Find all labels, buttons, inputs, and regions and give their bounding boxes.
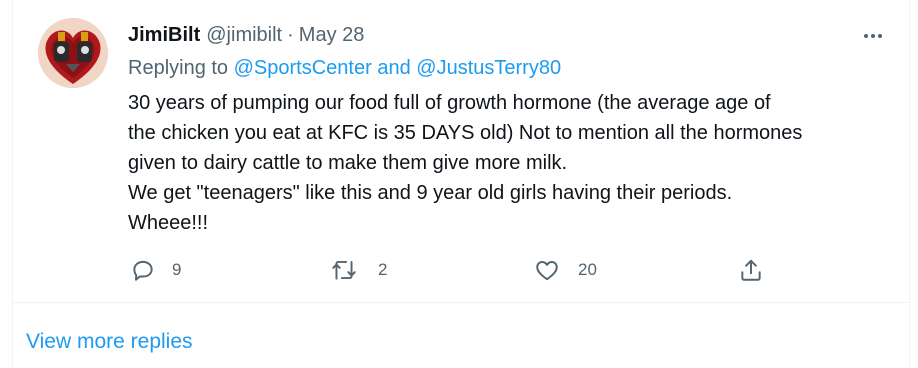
tweet-text-line: Wheee!!! [128,212,209,234]
reply-bubble-icon [133,260,153,281]
replying-to: Replying to @SportsCenter and @JustusTer… [128,57,561,80]
tweet-date[interactable]: May 28 [299,24,365,47]
like-button[interactable]: 20 [534,255,597,285]
tweet-header: JimiBilt @jimibilt · May 28 [128,24,364,50]
share-button[interactable] [738,255,764,285]
tweet-text-line: the chicken you eat at KFC is 35 DAYS ol… [128,122,803,144]
avatar[interactable] [38,18,108,88]
replying-and: and [377,57,411,79]
view-more-replies-link[interactable]: View more replies [26,330,193,354]
tweet-text-line: 30 years of pumping our food full of gro… [128,92,771,114]
heart-icon [536,261,558,281]
avatar-image [38,18,108,88]
like-count: 20 [578,260,597,279]
reply-count: 9 [172,260,182,279]
author-handle[interactable]: @jimibilt [206,24,282,47]
tweet-text-line: We get "teenagers" like this and 9 year … [128,182,733,204]
replying-prefix: Replying to [128,57,229,79]
retweet-button[interactable]: 2 [330,255,387,285]
author-name[interactable]: JimiBilt [128,24,200,47]
tweet-actions: 9 2 20 [12,255,910,285]
reply-button[interactable]: 9 [130,255,181,285]
mention-sportscenter[interactable]: @SportsCenter [234,57,372,79]
tweet-text-line: given to dairy cattle to make them give … [128,152,568,174]
mention-justusterry80[interactable]: @JustusTerry80 [416,57,561,79]
more-horizontal-icon [864,34,882,38]
share-icon [741,259,761,281]
tweet[interactable]: JimiBilt @jimibilt · May 28 Replying to … [12,0,910,303]
separator-dot: · [287,24,294,46]
retweet-icon [332,260,356,280]
tweet-text: 30 years of pumping our food full of gro… [128,88,888,238]
more-options-button[interactable] [858,24,888,48]
retweet-count: 2 [378,260,388,279]
